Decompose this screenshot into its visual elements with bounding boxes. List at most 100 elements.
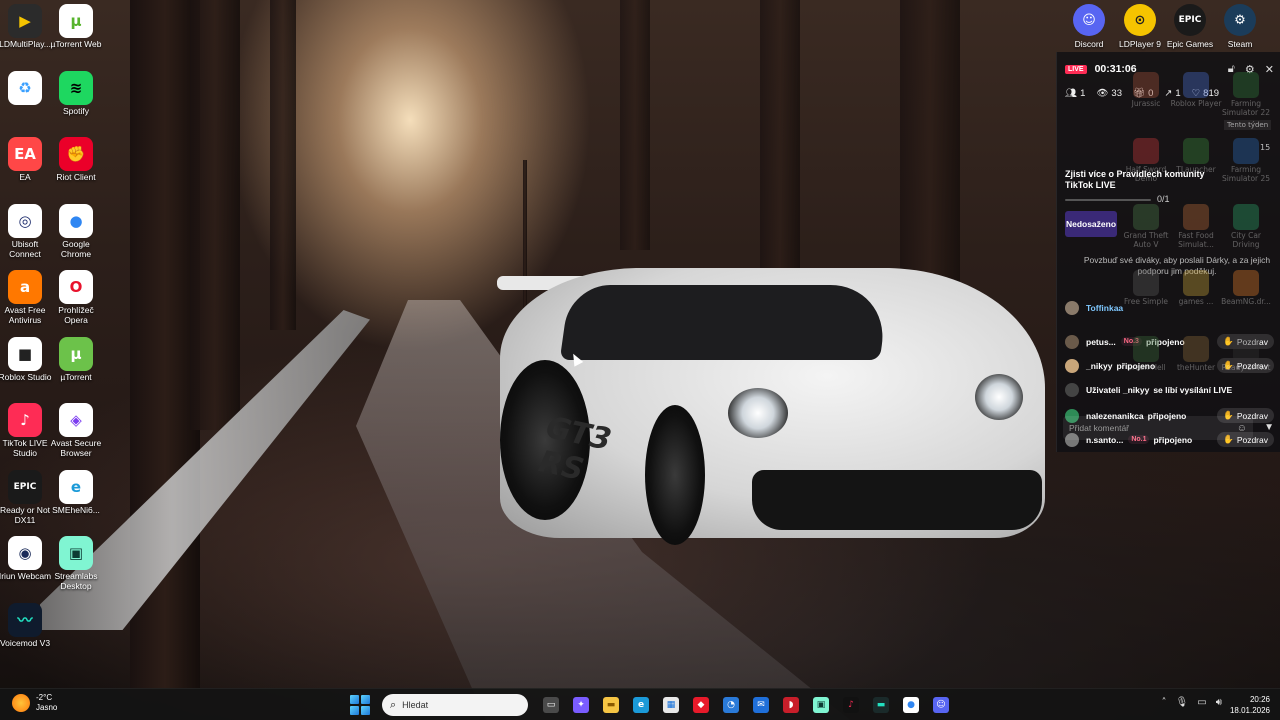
taskbar-app[interactable]: ▬ <box>598 692 624 718</box>
desktop-icon-label: Spotify <box>63 105 89 116</box>
app-icon: ● <box>59 203 93 238</box>
store-icon: ▦ <box>663 697 679 713</box>
desktop-icon-label: Google Chrome <box>60 238 92 259</box>
desktop-icon[interactable]: O Prohlížeč Opera <box>51 270 101 325</box>
desktop-icon-label: Prohlížeč Opera <box>58 305 94 325</box>
wave-icon: ✋ <box>1223 360 1234 370</box>
desktop-icon-label: LDPlayer 9 <box>1118 39 1162 49</box>
desktop-icon[interactable]: ▣ Streamlabs Desktop <box>51 536 101 591</box>
chat-username[interactable]: _nikyy <box>1086 361 1112 371</box>
start-button[interactable] <box>348 693 372 717</box>
volume-icon[interactable]: 🔊︎ <box>1216 697 1222 708</box>
avatar[interactable] <box>1065 383 1079 397</box>
community-rules-link[interactable]: Zjisti více o Pravidlech komunity TikTok… <box>1065 169 1235 191</box>
people-icon: 👥︎ <box>1065 88 1078 99</box>
desktop-icon[interactable]: ◈ Avast Secure Browser <box>51 403 101 458</box>
microphone-icon[interactable]: 🎙︎ <box>1176 697 1189 708</box>
desktop-icon[interactable]: ■ Roblox Studio <box>0 336 52 382</box>
lock-icon[interactable]: 🔓︎ <box>1228 63 1235 76</box>
taskbar-app[interactable]: ● <box>898 692 924 718</box>
taskbar-app[interactable]: ◔ <box>718 692 744 718</box>
desktop-icon[interactable]: µ µTorrent Web <box>50 4 102 49</box>
app-icon: ⊙ <box>1124 4 1156 36</box>
chevron-up-icon[interactable]: ˄ <box>1162 697 1167 708</box>
avatar[interactable] <box>1065 358 1079 373</box>
chat-text: připojeno <box>1116 360 1156 371</box>
taskbar-app[interactable]: ✉ <box>748 692 774 718</box>
desktop-icon[interactable]: EA EA <box>0 137 50 182</box>
app-icon: ♻ <box>8 70 42 105</box>
desktop-icon[interactable]: EPIC Epic Games <box>1164 4 1216 49</box>
desktop-icon-label: Ready or Not DX11 <box>0 504 51 525</box>
app-icon: EA <box>8 137 42 171</box>
taskbar-app[interactable]: e <box>628 692 654 718</box>
chat-text: připojeno <box>1145 336 1185 347</box>
gifts-stat: 🎁︎ 0 <box>1133 88 1154 99</box>
chat-message: _nikyy připojeno ✋ Pozdrav <box>1065 358 1274 373</box>
likes-stat: ♡ 819 <box>1191 88 1220 99</box>
taskbar-app[interactable]: ◗ <box>778 692 804 718</box>
comment-input[interactable]: Přidat komentář ☺ <box>1063 416 1253 440</box>
app-icon: O <box>59 270 93 304</box>
taskbar-search[interactable]: ⌕ Hledat <box>382 694 528 716</box>
close-icon[interactable]: ✕ <box>1265 63 1274 76</box>
goal-status-tag[interactable]: Nedosaženo <box>1065 211 1117 237</box>
display-icon[interactable]: ▭ <box>1197 697 1206 708</box>
chat-username[interactable]: petus... <box>1086 337 1116 347</box>
taskbar-app[interactable]: ☺ <box>928 692 954 718</box>
discord-icon: ☺ <box>933 697 949 713</box>
desktop-icon[interactable]: ◎ Ubisoft Connect <box>0 203 50 259</box>
taskbar-app[interactable]: ▬ <box>868 692 894 718</box>
heart-icon: ♡ <box>1191 88 1201 99</box>
gear-icon[interactable]: ⚙︎ <box>1245 63 1255 76</box>
live-header: LIVE 00:31:06 🔓︎ ⚙︎ ✕ <box>1065 61 1274 77</box>
filter-icon[interactable]: ▼ <box>1264 422 1274 433</box>
greet-label: Pozdrav <box>1236 336 1268 347</box>
desktop-icon-label: Riot Client <box>56 172 96 182</box>
desktop-icon-label: Roblox Studio <box>0 371 52 382</box>
desktop-icon[interactable]: ● Google Chrome <box>51 203 101 259</box>
wave-icon: ✋ <box>1223 336 1234 346</box>
desktop-icon[interactable]: a Avast Free Antivirus <box>0 270 50 325</box>
taskbar-app[interactable]: ▣ <box>808 692 834 718</box>
app-icon: ◈ <box>59 403 93 437</box>
desktop-icon[interactable]: ▶ LDMultiPlay... <box>0 4 51 49</box>
emoji-icon[interactable]: ☺ <box>1237 423 1247 434</box>
avatar[interactable] <box>1065 334 1079 349</box>
file-explorer-icon: ▬ <box>603 697 619 713</box>
greet-button[interactable]: ✋ Pozdrav <box>1217 334 1274 349</box>
taskbar-app[interactable]: ♪ <box>838 692 864 718</box>
desktop-icon[interactable]: ⚙ Steam <box>1214 4 1266 49</box>
search-icon: ⌕ <box>390 698 397 711</box>
taskbar-app[interactable]: ✦ <box>568 692 594 718</box>
desktop-icon[interactable]: e SMEheNi6... <box>51 469 101 515</box>
desktop-icon[interactable]: ≋ Spotify <box>51 70 101 116</box>
greet-button[interactable]: ✋ Pozdrav <box>1217 358 1274 373</box>
app-icon: µ <box>59 4 93 38</box>
desktop-icon[interactable]: 〰 Voicemod V3 <box>0 602 50 648</box>
desktop-icon[interactable]: µ µTorrent <box>51 336 101 382</box>
avatar[interactable] <box>1065 301 1079 315</box>
task-view-icon: ▭ <box>543 697 559 713</box>
app-icon: µ <box>59 336 93 371</box>
goal-message: Povzbuď své diváky, aby poslali Dárky, a… <box>1083 255 1271 276</box>
desktop-icon[interactable]: ◉ Iriun Webcam <box>0 536 51 581</box>
desktop-icon[interactable]: ♻ <box>0 70 50 106</box>
chat-username[interactable]: Uživateli _nikyy <box>1086 385 1149 395</box>
red-app-icon: ◆ <box>693 697 709 713</box>
clock[interactable]: 20:26 18.01.2026 <box>1230 694 1270 716</box>
desktop-icon[interactable]: ⊙ LDPlayer 9 <box>1114 4 1166 49</box>
chat-username[interactable]: Toffinkaa <box>1086 303 1123 313</box>
taskbar-app[interactable]: ▭ <box>538 692 564 718</box>
desktop-icon[interactable]: ✊ Riot Client <box>51 137 101 182</box>
clock-date: 18.01.2026 <box>1229 706 1270 715</box>
taskbar-app[interactable]: ▦ <box>658 692 684 718</box>
desktop-icon[interactable]: ♪ TikTok LIVE Studio <box>0 403 50 458</box>
taskbar-app[interactable]: ◆ <box>688 692 714 718</box>
app-icon: ⚙ <box>1224 4 1256 36</box>
sun-icon <box>12 694 30 712</box>
desktop-icon[interactable]: EPIC Ready or Not DX11 <box>0 469 51 525</box>
weather-widget[interactable]: -2°C Jasno <box>12 693 57 713</box>
desktop-icon[interactable]: ☺ Discord <box>1063 4 1115 49</box>
weather-temp: -2°C <box>36 693 53 702</box>
